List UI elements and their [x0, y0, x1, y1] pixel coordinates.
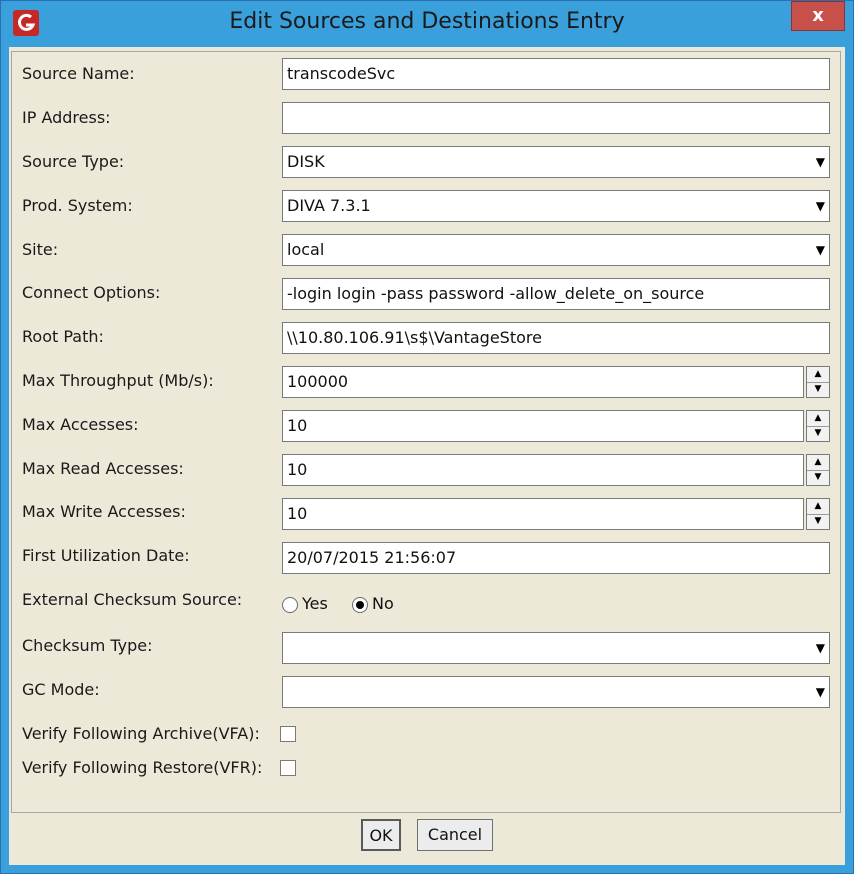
- source-name-label: Source Name:: [22, 64, 135, 83]
- gc-mode-label: GC Mode:: [22, 680, 100, 699]
- max-read-accesses-spinner[interactable]: ▲ ▼: [806, 454, 830, 486]
- ok-button[interactable]: OK: [361, 819, 401, 851]
- gc-mode-select[interactable]: ▼: [282, 676, 830, 708]
- spin-down-icon[interactable]: ▼: [807, 426, 829, 441]
- max-throughput-spinner[interactable]: ▲ ▼: [806, 366, 830, 398]
- spin-up-icon[interactable]: ▲: [807, 499, 829, 515]
- connect-options-input[interactable]: -login login -pass password -allow_delet…: [282, 278, 830, 310]
- site-select[interactable]: local ▼: [282, 234, 830, 266]
- radio-no-label: No: [372, 594, 394, 613]
- root-path-input[interactable]: \\10.80.106.91\s$\VantageStore: [282, 322, 830, 354]
- dropdown-arrow-icon: ▼: [815, 685, 825, 699]
- external-checksum-radio-group: Yes No: [282, 594, 394, 613]
- max-write-accesses-spinner[interactable]: ▲ ▼: [806, 498, 830, 530]
- source-type-label: Source Type:: [22, 152, 125, 171]
- cancel-button[interactable]: Cancel: [417, 819, 493, 851]
- max-throughput-label: Max Throughput (Mb/s):: [22, 371, 214, 390]
- spin-down-icon[interactable]: ▼: [807, 514, 829, 529]
- max-accesses-input[interactable]: 10: [282, 410, 804, 442]
- max-accesses-spinner[interactable]: ▲ ▼: [806, 410, 830, 442]
- connect-options-label: Connect Options:: [22, 283, 161, 302]
- spin-up-icon[interactable]: ▲: [807, 455, 829, 471]
- form-panel: Source Name: transcodeSvc IP Address: So…: [11, 51, 841, 813]
- max-write-accesses-input[interactable]: 10: [282, 498, 804, 530]
- dialog-title: Edit Sources and Destinations Entry: [229, 9, 625, 34]
- dropdown-arrow-icon: ▼: [815, 641, 825, 655]
- spin-up-icon[interactable]: ▲: [807, 367, 829, 383]
- vfa-label: Verify Following Archive(VFA):: [22, 724, 260, 743]
- radio-yes[interactable]: [282, 596, 298, 613]
- first-utilization-date-label: First Utilization Date:: [22, 546, 190, 565]
- dialog-body: Source Name: transcodeSvc IP Address: So…: [9, 47, 845, 865]
- prod-system-value: DIVA 7.3.1: [287, 196, 371, 215]
- max-read-accesses-label: Max Read Accesses:: [22, 459, 184, 478]
- title-bar[interactable]: Edit Sources and Destinations Entry x: [1, 1, 853, 47]
- source-type-select[interactable]: DISK ▼: [282, 146, 830, 178]
- dropdown-arrow-icon: ▼: [815, 199, 825, 213]
- prod-system-select[interactable]: DIVA 7.3.1 ▼: [282, 190, 830, 222]
- radio-yes-label: Yes: [302, 594, 328, 613]
- spin-down-icon[interactable]: ▼: [807, 470, 829, 485]
- max-accesses-label: Max Accesses:: [22, 415, 139, 434]
- dropdown-arrow-icon: ▼: [815, 155, 825, 169]
- ip-address-input[interactable]: [282, 102, 830, 134]
- external-checksum-source-label: External Checksum Source:: [22, 590, 243, 609]
- prod-system-label: Prod. System:: [22, 196, 133, 215]
- first-utilization-date-input[interactable]: 20/07/2015 21:56:07: [282, 542, 830, 574]
- source-name-input[interactable]: transcodeSvc: [282, 58, 830, 90]
- close-button[interactable]: x: [791, 1, 845, 31]
- checksum-type-label: Checksum Type:: [22, 636, 153, 655]
- dropdown-arrow-icon: ▼: [815, 243, 825, 257]
- radio-no[interactable]: [352, 596, 369, 613]
- checksum-type-select[interactable]: ▼: [282, 632, 830, 664]
- spin-down-icon[interactable]: ▼: [807, 382, 829, 397]
- vfr-label: Verify Following Restore(VFR):: [22, 758, 263, 777]
- max-read-accesses-input[interactable]: 10: [282, 454, 804, 486]
- site-label: Site:: [22, 240, 59, 259]
- vfa-checkbox[interactable]: [280, 726, 296, 742]
- site-value: local: [287, 240, 325, 259]
- ip-address-label: IP Address:: [22, 108, 111, 127]
- vfr-checkbox[interactable]: [280, 760, 296, 776]
- max-write-accesses-label: Max Write Accesses:: [22, 502, 186, 521]
- spin-up-icon[interactable]: ▲: [807, 411, 829, 427]
- root-path-label: Root Path:: [22, 327, 104, 346]
- source-type-value: DISK: [287, 152, 325, 171]
- dialog-window: Edit Sources and Destinations Entry x So…: [0, 0, 854, 874]
- max-throughput-input[interactable]: 100000: [282, 366, 804, 398]
